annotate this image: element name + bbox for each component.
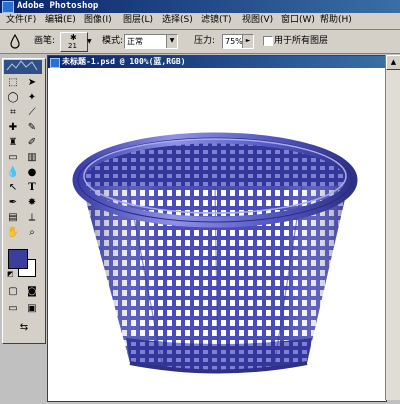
custom-shape-icon[interactable]: ✸: [24, 196, 40, 210]
brush-label: 画笔:: [34, 36, 56, 46]
move-icon[interactable]: ➤: [24, 76, 40, 90]
gradient-icon[interactable]: ▥: [24, 151, 40, 165]
brush-picker[interactable]: ✱ 21: [60, 32, 88, 52]
document-title: 未标题-1.psd @ 100%(蓝,RGB): [62, 57, 186, 66]
marquee-icon[interactable]: ⬚: [5, 76, 21, 90]
menu-help[interactable]: 帮助(H): [320, 14, 352, 27]
menu-file[interactable]: 文件(F): [6, 14, 36, 27]
jump-to-imageready-icon[interactable]: ⇆: [11, 321, 37, 335]
chevron-right-icon[interactable]: ►: [242, 35, 253, 48]
pressure-value: 75%: [225, 37, 243, 46]
menu-window[interactable]: 窗口(W): [281, 14, 315, 27]
pen-icon[interactable]: ✒: [5, 196, 21, 210]
eyedropper-icon[interactable]: ⟂: [24, 211, 40, 225]
mode-label: 模式:: [102, 36, 124, 46]
all-layers-label: 用于所有图层: [274, 36, 329, 46]
scroll-up-icon[interactable]: ▲: [386, 55, 400, 70]
slice-icon[interactable]: ⟋: [24, 106, 40, 120]
mode-select[interactable]: 正常 ▼: [124, 34, 178, 49]
document-icon: [50, 58, 60, 68]
history-brush-icon[interactable]: ✐: [24, 136, 40, 150]
brush-tip-icon: ✱: [70, 33, 77, 42]
menu-view[interactable]: 视图(V): [242, 14, 273, 27]
zoom-icon[interactable]: ⌕: [24, 226, 40, 240]
type-icon[interactable]: T: [24, 181, 40, 195]
hand-icon[interactable]: ✋: [5, 226, 21, 240]
photoshop-icon: [2, 1, 14, 13]
lasso-icon[interactable]: ◯: [5, 91, 21, 105]
pressure-label: 压力:: [194, 36, 216, 46]
standard-mode-icon[interactable]: ▢: [5, 285, 21, 299]
canvas[interactable]: [48, 68, 386, 401]
all-layers-checkbox[interactable]: [263, 36, 273, 46]
menu-layer[interactable]: 图层(L): [123, 14, 153, 27]
basket-image: [72, 132, 358, 374]
crop-icon[interactable]: ⌗: [5, 106, 21, 120]
standard-screen-icon[interactable]: ▭: [5, 302, 21, 316]
pressure-input[interactable]: 75% ►: [222, 34, 254, 49]
menu-image[interactable]: 图像(I): [84, 14, 112, 27]
blur-tool-preset-icon[interactable]: [6, 33, 24, 49]
path-selection-icon[interactable]: ↖: [5, 181, 21, 195]
chevron-down-icon[interactable]: ▼: [87, 38, 92, 45]
foreground-color-swatch[interactable]: [8, 249, 28, 269]
clone-stamp-icon[interactable]: ♜: [5, 136, 21, 150]
toolbox-header[interactable]: [4, 60, 42, 74]
menu-edit[interactable]: 编辑(E): [45, 14, 76, 27]
brush-size: 21: [68, 42, 77, 50]
notes-icon[interactable]: ▤: [5, 211, 21, 225]
dodge-icon[interactable]: ●: [24, 166, 40, 180]
blur-icon[interactable]: 💧: [5, 166, 21, 180]
menu-select[interactable]: 选择(S): [162, 14, 193, 27]
menu-filter[interactable]: 滤镜(T): [201, 14, 232, 27]
options-bar: 画笔: ✱ 21 ▼ 模式: 正常 ▼ 压力: 75% ► 用于所有图层: [0, 30, 400, 54]
default-colors-icon[interactable]: ◩: [7, 270, 15, 278]
chevron-down-icon[interactable]: ▼: [166, 35, 177, 48]
magic-wand-icon[interactable]: ✦: [24, 91, 40, 105]
mode-value: 正常: [127, 37, 143, 46]
toolbox: ⬚ ➤ ◯ ✦ ⌗ ⟋ ✚ ✎ ♜ ✐ ▭ ▥ 💧 ● ↖ T ✒ ✸ ▤ ⟂ …: [2, 58, 46, 344]
document-window: 未标题-1.psd @ 100%(蓝,RGB): [47, 55, 387, 402]
eraser-icon[interactable]: ▭: [5, 151, 21, 165]
document-title-bar[interactable]: 未标题-1.psd @ 100%(蓝,RGB): [48, 56, 386, 68]
healing-brush-icon[interactable]: ✚: [5, 121, 21, 135]
quick-mask-icon[interactable]: ◙: [24, 285, 40, 299]
app-title: Adobe Photoshop: [17, 1, 99, 11]
menu-bar: 文件(F) 编辑(E) 图像(I) 图层(L) 选择(S) 滤镜(T) 视图(V…: [0, 13, 400, 30]
brush-icon[interactable]: ✎: [24, 121, 40, 135]
vertical-scrollbar[interactable]: ▲: [385, 55, 400, 400]
app-title-bar: Adobe Photoshop: [0, 0, 400, 13]
full-screen-icon[interactable]: ▣: [24, 302, 40, 316]
